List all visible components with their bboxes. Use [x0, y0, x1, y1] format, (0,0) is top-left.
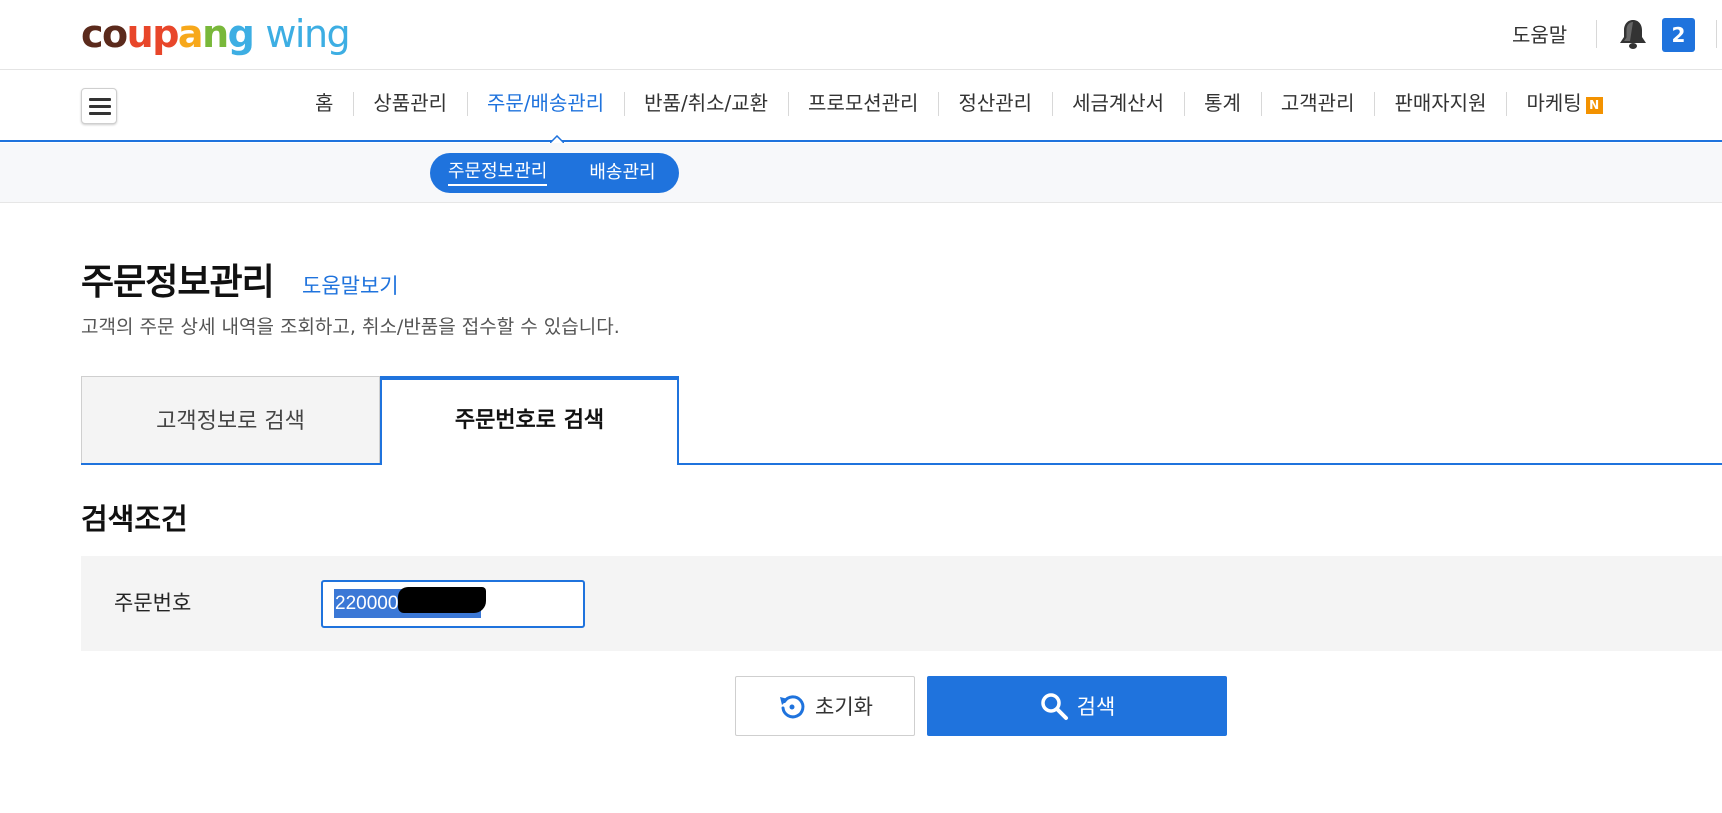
search-conditions-title: 검색조건: [81, 502, 188, 536]
nav-item-home[interactable]: 홈: [305, 88, 353, 118]
logo-letter: u: [126, 12, 154, 56]
nav-item-marketing-label: 마케팅: [1526, 91, 1582, 115]
nav-menu: 홈 상품관리 주문/배송관리 반품/취소/교환 프로모션관리 정산관리 세금계산…: [305, 88, 1623, 118]
sub-nav: 주문정보관리 배송관리: [0, 143, 1722, 203]
nav-item-returns[interactable]: 반품/취소/교환: [624, 88, 788, 118]
tab-order-number-search[interactable]: 주문번호로 검색: [380, 376, 679, 465]
main-nav: 홈 상품관리 주문/배송관리 반품/취소/교환 프로모션관리 정산관리 세금계산…: [0, 70, 1722, 142]
sub-nav-pill: 주문정보관리 배송관리: [430, 153, 679, 193]
header-divider: [1596, 20, 1597, 48]
search-icon: [1040, 693, 1068, 720]
nav-item-products[interactable]: 상품관리: [353, 88, 467, 118]
top-header: coupang wing 도움말 2: [0, 0, 1722, 70]
search-button[interactable]: 검색: [927, 676, 1227, 736]
reset-icon: [780, 695, 805, 719]
bell-icon[interactable]: [1618, 18, 1648, 50]
help-link[interactable]: 도움말: [1512, 20, 1567, 50]
hamburger-menu-button[interactable]: [81, 88, 117, 124]
logo-letter: a: [177, 12, 204, 56]
active-nav-caret-icon: [550, 135, 564, 143]
logo-letter: g: [227, 12, 255, 56]
logo-letter: p: [152, 12, 179, 56]
logo-wing: wing: [265, 12, 350, 56]
tabs-underline: [81, 463, 1722, 465]
header-divider: [1716, 20, 1717, 48]
nav-item-marketing[interactable]: 마케팅 N: [1506, 88, 1622, 118]
reset-button-label: 초기화: [815, 695, 873, 719]
reset-button[interactable]: 초기화: [735, 676, 915, 736]
logo-letter: c: [81, 12, 104, 56]
nav-item-statistics[interactable]: 통계: [1184, 88, 1261, 118]
order-number-label: 주문번호: [114, 591, 192, 615]
nav-item-orders-shipping[interactable]: 주문/배송관리: [467, 88, 624, 118]
logo-letter: n: [202, 12, 229, 56]
tab-customer-info-search[interactable]: 고객정보로 검색: [81, 376, 380, 465]
nav-item-customers[interactable]: 고객관리: [1260, 88, 1375, 118]
coupang-wing-logo[interactable]: coupang wing: [81, 10, 351, 58]
new-badge: N: [1585, 97, 1603, 114]
search-conditions-box: 주문번호: [81, 556, 1722, 651]
help-view-link[interactable]: 도움말보기: [302, 270, 399, 302]
nav-item-tax-invoice[interactable]: 세금계산서: [1052, 88, 1184, 118]
sub-nav-item-order-info[interactable]: 주문정보관리: [448, 160, 548, 186]
hamburger-icon-line: [89, 98, 111, 101]
search-button-label: 검색: [1076, 695, 1116, 719]
nav-item-seller-support[interactable]: 판매자지원: [1374, 88, 1506, 118]
page-description: 고객의 주문 상세 내역을 조회하고, 취소/반품을 접수할 수 있습니다.: [81, 316, 620, 338]
hamburger-icon-line: [89, 105, 111, 108]
sub-nav-item-shipping[interactable]: 배송관리: [589, 160, 655, 186]
redaction-mark: [398, 587, 486, 613]
nav-item-promotions[interactable]: 프로모션관리: [788, 88, 938, 118]
page-title: 주문정보관리: [81, 262, 275, 303]
nav-item-settlement[interactable]: 정산관리: [938, 88, 1052, 118]
notification-count-badge[interactable]: 2: [1662, 18, 1695, 52]
logo-letter: o: [102, 12, 128, 56]
hamburger-icon-line: [89, 112, 111, 115]
